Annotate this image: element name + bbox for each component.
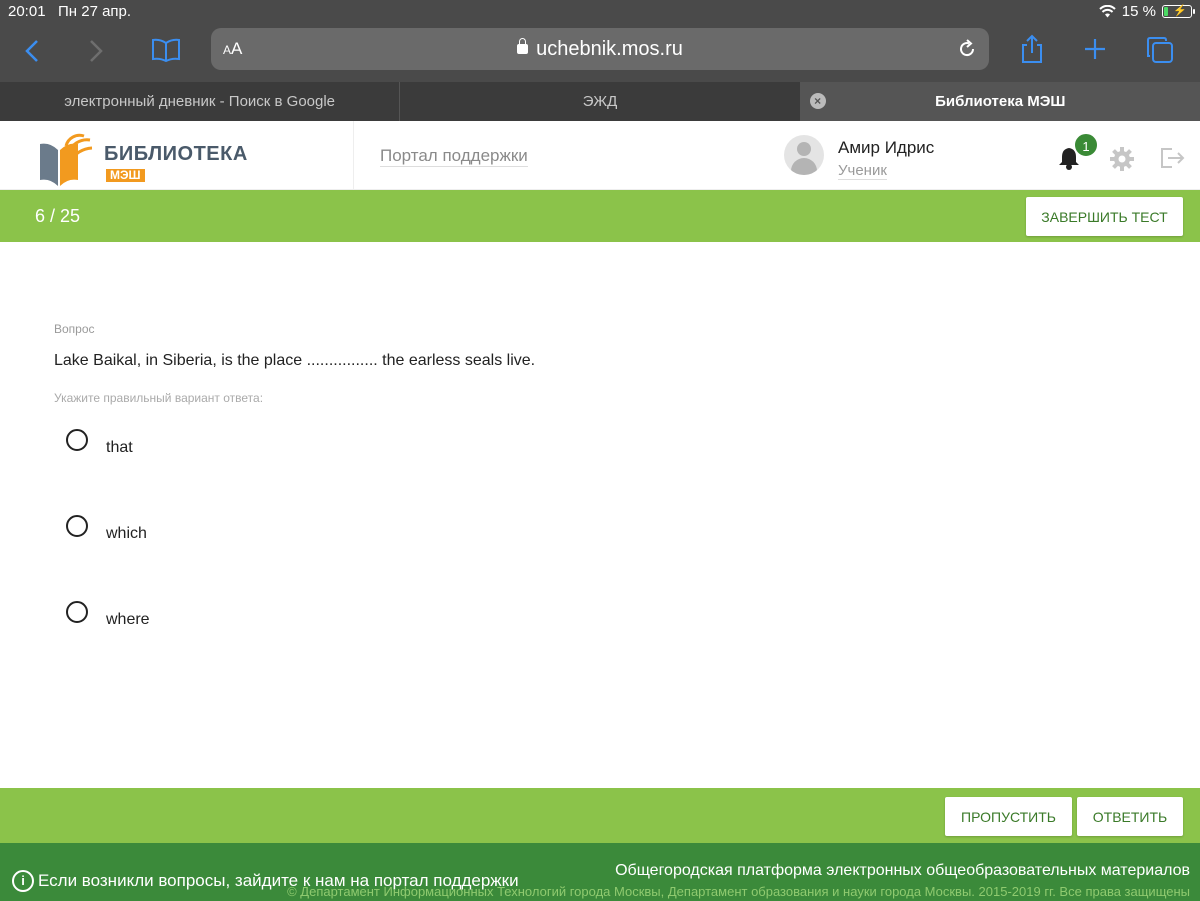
- reload-icon[interactable]: [957, 39, 977, 59]
- wifi-icon: [1099, 5, 1116, 18]
- status-right: 15 % ⚡: [1099, 3, 1195, 20]
- back-icon[interactable]: [24, 39, 40, 63]
- option-label: that: [106, 439, 133, 456]
- header-divider: [353, 121, 354, 189]
- answer-option-where[interactable]: where: [64, 601, 364, 641]
- logo-title: БИБЛИОТЕКА: [104, 143, 248, 165]
- forward-icon[interactable]: [88, 39, 104, 63]
- question-text: Lake Baikal, in Siberia, is the place ..…: [54, 352, 536, 369]
- avatar[interactable]: [784, 135, 824, 175]
- close-tab-icon[interactable]: ×: [809, 93, 826, 109]
- tab-label: ЭЖД: [582, 93, 618, 110]
- radio-button[interactable]: [66, 601, 88, 623]
- answer-option-that[interactable]: that: [64, 429, 364, 469]
- answer-hint: Укажите правильный вариант ответа:: [54, 391, 264, 405]
- lock-icon: [517, 38, 529, 54]
- answer-action-bar: ПРОПУСТИТЬ ОТВЕТИТЬ: [0, 788, 1200, 843]
- logo-subtitle: МЭШ: [106, 169, 145, 182]
- library-logo[interactable]: БИБЛИОТЕКА МЭШ: [36, 128, 248, 186]
- support-portal-link[interactable]: Портал поддержки: [380, 146, 528, 167]
- footer-copyright: © Департамент Информационных Технологий …: [287, 884, 1190, 899]
- status-time: 20:01: [8, 3, 46, 20]
- radio-button[interactable]: [66, 429, 88, 451]
- new-tab-icon[interactable]: [1084, 38, 1106, 60]
- tabs-overview-icon[interactable]: [1146, 36, 1174, 64]
- user-name[interactable]: Амир Идрис: [838, 138, 934, 158]
- answer-option-which[interactable]: which: [64, 515, 364, 555]
- option-label: which: [106, 525, 147, 542]
- user-role: Ученик: [838, 162, 887, 180]
- question-label: Вопрос: [54, 322, 95, 336]
- battery-fill: [1164, 7, 1168, 16]
- finish-test-button[interactable]: ЗАВЕРШИТЬ ТЕСТ: [1026, 197, 1183, 236]
- test-progress-bar: 6 / 25 ЗАВЕРШИТЬ ТЕСТ: [0, 190, 1200, 242]
- option-label: where: [106, 611, 150, 628]
- url-text: uchebnik.mos.ru: [536, 38, 683, 60]
- address-bar[interactable]: AA uchebnik.mos.ru: [211, 28, 989, 70]
- browser-toolbar: AA uchebnik.mos.ru: [0, 24, 1200, 82]
- gear-icon[interactable]: [1109, 146, 1135, 172]
- tab-mesh-library[interactable]: × Библиотека МЭШ: [800, 82, 1200, 121]
- browser-tabs: электронный дневник - Поиск в Google ЭЖД…: [0, 82, 1200, 121]
- status-date: Пн 27 апр.: [58, 3, 132, 20]
- battery-percent: 15 %: [1121, 3, 1156, 20]
- skip-button[interactable]: ПРОПУСТИТЬ: [945, 797, 1072, 836]
- answer-button[interactable]: ОТВЕТИТЬ: [1077, 797, 1183, 836]
- radio-button[interactable]: [66, 515, 88, 537]
- footer-platform-text: Общегородская платформа электронных обще…: [615, 862, 1190, 879]
- tab-label: Библиотека МЭШ: [935, 93, 1066, 110]
- page-footer: i Если возникли вопросы, зайдите к нам н…: [0, 843, 1200, 901]
- tab-google-search[interactable]: электронный дневник - Поиск в Google: [0, 82, 401, 121]
- book-logo-icon: [40, 133, 93, 186]
- share-icon[interactable]: [1020, 34, 1044, 64]
- status-bar: 20:01 Пн 27 апр. 15 % ⚡: [0, 0, 1200, 24]
- tab-ezhd[interactable]: ЭЖД: [400, 82, 801, 121]
- info-icon: i: [12, 870, 34, 892]
- logout-icon[interactable]: [1160, 147, 1186, 169]
- notification-badge[interactable]: 1: [1073, 132, 1099, 158]
- tab-label: электронный дневник - Поиск в Google: [64, 93, 336, 110]
- battery-icon: ⚡: [1162, 5, 1195, 18]
- bookmarks-icon[interactable]: [151, 38, 181, 62]
- site-header: БИБЛИОТЕКА МЭШ Портал поддержки Амир Идр…: [0, 121, 1200, 190]
- question-counter: 6 / 25: [35, 206, 81, 226]
